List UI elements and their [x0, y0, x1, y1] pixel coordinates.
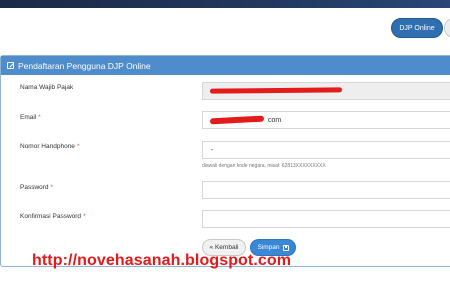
required-mark: * — [83, 213, 86, 220]
konfirmasi-password-label: Konfirmasi Password * — [20, 213, 86, 220]
konfirmasi-password-field[interactable] — [202, 210, 450, 228]
nomor-handphone-label: Nomor Handphone * — [20, 143, 79, 150]
hp-label-text: Nomor Handphone — [20, 143, 75, 150]
required-mark: * — [38, 114, 41, 121]
nomor-handphone-field[interactable]: - — [202, 141, 450, 159]
djp-online-nav-button[interactable]: DJP Online — [391, 18, 443, 38]
panel-header: Pendaftaran Pengguna DJP Online — [1, 56, 450, 75]
password-field[interactable] — [202, 181, 450, 199]
nama-label-text: Nama Wajib Pajak — [20, 84, 74, 91]
save-disk-icon — [282, 244, 289, 251]
email-label: Email * — [20, 114, 41, 121]
nama-wajib-pajak-label: Nama Wajib Pajak — [20, 84, 73, 91]
required-mark: * — [50, 184, 54, 191]
watermark-url: http://novehasanah.blogspot.com — [32, 252, 292, 269]
nav-button-partial[interactable] — [444, 18, 450, 38]
panel-title: Pendaftaran Pengguna DJP Online — [18, 60, 151, 71]
password-label-text: Password — [20, 184, 49, 191]
kembali-label: « Kembali — [209, 244, 239, 251]
email-value-suffix: com — [268, 116, 282, 124]
email-label-text: Email — [20, 114, 37, 121]
edit-icon — [7, 62, 14, 69]
hp-value: - — [211, 146, 214, 154]
required-mark: * — [76, 143, 80, 150]
simpan-label: Simpan — [257, 244, 280, 251]
confirm-label-text: Konfirmasi Password — [20, 213, 82, 220]
handphone-hint: diawali dengan kode negara, misal: 62813… — [202, 163, 326, 169]
password-label: Password * — [20, 184, 53, 191]
top-bar — [0, 0, 450, 8]
